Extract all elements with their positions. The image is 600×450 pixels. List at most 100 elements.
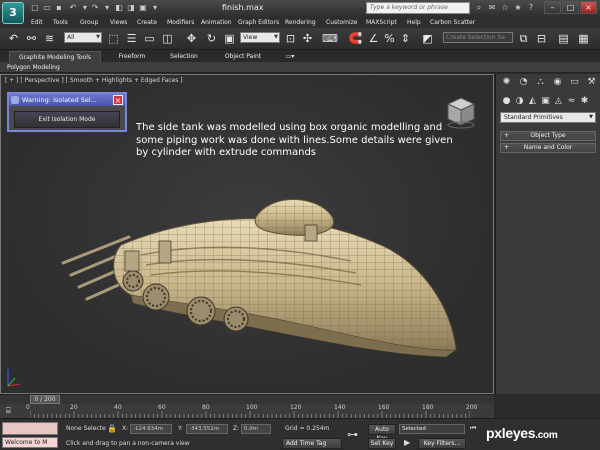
viewcube-icon[interactable] [444, 95, 478, 129]
display-tab-icon[interactable]: ▭ [569, 77, 580, 88]
subscription-icon[interactable]: ✉ [487, 3, 497, 13]
favorites-icon[interactable]: ★ [513, 3, 523, 13]
communication-center-icon[interactable]: ☆ [500, 3, 510, 13]
reference-coordinate-dropdown[interactable]: View ▼ [240, 32, 280, 43]
search-input[interactable]: Type a keyword or phrase [366, 2, 470, 14]
quick-access-dropdown-icon[interactable]: ▾ [150, 3, 160, 13]
shapes-icon[interactable]: ◑ [514, 96, 525, 107]
new-file-icon[interactable]: ▢ [30, 3, 40, 13]
spinner-snap-icon[interactable]: ⇕ [398, 31, 413, 46]
key-filters-button[interactable]: Key Filters... [418, 438, 466, 449]
maxscript-listener-top[interactable] [2, 422, 58, 435]
menu-create[interactable]: Create [137, 17, 157, 28]
exit-isolation-mode-button[interactable]: Exit Isolation Mode [14, 111, 120, 128]
time-slider-handle[interactable]: 0 / 200 [30, 395, 60, 404]
selection-lock-icon[interactable]: 🔒 [107, 424, 117, 434]
systems-icon[interactable]: ✱ [579, 96, 590, 107]
menu-help[interactable]: Help [407, 17, 421, 28]
menu-group[interactable]: Group [80, 17, 98, 28]
maximize-button[interactable]: □ [562, 1, 579, 14]
set-key-icon[interactable]: ⊶ [347, 428, 363, 442]
minimize-button[interactable]: – [544, 1, 561, 14]
help-icon[interactable]: ? [526, 3, 536, 13]
maxscript-mini-listener[interactable]: Welcome to M [2, 437, 58, 448]
y-coordinate-field[interactable]: -343.551m [186, 424, 228, 434]
menu-maxscript[interactable]: MAXScript [366, 17, 397, 28]
undo-dropdown-icon[interactable]: ▾ [80, 3, 90, 13]
menu-tools[interactable]: Tools [53, 17, 68, 28]
menu-animation[interactable]: Animation [201, 17, 232, 28]
open-file-icon[interactable]: ▭ [42, 3, 52, 13]
scale-icon[interactable]: ▣ [222, 31, 237, 46]
hold-icon[interactable]: ◧ [114, 3, 124, 13]
menu-rendering[interactable]: Rendering [285, 17, 316, 28]
modify-tab-icon[interactable]: ◔ [518, 77, 529, 88]
x-coordinate-field[interactable]: -124.634m [130, 424, 172, 434]
undo-toolbar-icon[interactable]: ↶ [6, 31, 21, 46]
motion-tab-icon[interactable]: ◉ [552, 77, 563, 88]
helpers-icon[interactable]: ◬ [553, 96, 564, 107]
menu-customize[interactable]: Customize [326, 17, 358, 28]
menu-graph-editors[interactable]: Graph Editors [238, 17, 279, 28]
tab-graphite-modeling-tools[interactable]: Graphite Modeling Tools [9, 51, 101, 62]
add-time-tag-button[interactable]: Add Time Tag [282, 438, 342, 449]
select-manipulate-icon[interactable]: ✣ [300, 31, 315, 46]
key-mode-icon[interactable]: ▶ [404, 438, 416, 449]
auto-key-button[interactable]: Auto Key [368, 424, 396, 442]
application-button[interactable]: 3 [2, 2, 24, 24]
close-icon[interactable]: × [113, 95, 123, 105]
mini-curve-editor-icon[interactable]: ⌸ [6, 406, 18, 416]
menu-views[interactable]: Views [110, 17, 127, 28]
angle-snap-icon[interactable]: ∠ [366, 31, 381, 46]
render-setup-icon[interactable]: ▦ [576, 31, 591, 46]
menu-modifiers[interactable]: Modifiers [167, 17, 194, 28]
layer-manager-icon[interactable]: ▤ [556, 31, 571, 46]
create-tab-icon[interactable]: ✺ [501, 77, 512, 88]
keyboard-shortcut-icon[interactable]: ⌨ [322, 31, 338, 46]
mirror-icon[interactable]: ⧉ [516, 31, 531, 46]
pivot-center-icon[interactable]: ⊡ [283, 31, 298, 46]
go-to-start-icon[interactable]: ⏮ [470, 424, 482, 435]
lights-icon[interactable]: ◭ [527, 96, 538, 107]
utilities-tab-icon[interactable]: ⚒ [586, 77, 597, 88]
align-icon[interactable]: ⊟ [534, 31, 549, 46]
side-tank-model[interactable] [51, 185, 471, 375]
edit-named-selection-icon[interactable]: ◩ [420, 31, 435, 46]
time-slider[interactable]: 0 / 200 [0, 394, 494, 404]
rectangular-selection-icon[interactable]: ▭ [142, 31, 157, 46]
rollout-object-type[interactable]: + Object Type [500, 131, 596, 141]
fetch-icon[interactable]: ◨ [126, 3, 136, 13]
bind-space-warp-icon[interactable]: ≋ [42, 31, 57, 46]
viewport-label[interactable]: [ + ] [ Perspective ] [ Smooth + Highlig… [5, 77, 183, 84]
z-coordinate-field[interactable]: 0.0m [241, 424, 271, 434]
move-icon[interactable]: ✥ [184, 31, 199, 46]
menu-edit[interactable]: Edit [31, 17, 43, 28]
object-category-dropdown[interactable]: Standard Primitives ▼ [500, 112, 596, 123]
polygon-modeling-panel[interactable]: Polygon Modeling [7, 62, 60, 73]
close-button[interactable]: × [580, 1, 597, 14]
tab-selection[interactable]: Selection [164, 51, 204, 62]
cameras-icon[interactable]: ▣ [540, 96, 551, 107]
save-icon[interactable]: ▪ [54, 3, 64, 13]
undo-icon[interactable]: ↶ [68, 3, 78, 13]
rotate-icon[interactable]: ↻ [204, 31, 219, 46]
project-folder-icon[interactable]: ▣ [138, 3, 148, 13]
named-selection-set-dropdown[interactable]: Create Selection Se [443, 32, 513, 43]
menu-carbon-scatter[interactable]: Carbon Scatter [430, 17, 475, 28]
redo-dropdown-icon[interactable]: ▾ [102, 3, 112, 13]
ribbon-options-icon[interactable]: ▭▾ [282, 51, 298, 62]
tab-object-paint[interactable]: Object Paint [218, 51, 268, 62]
geometry-icon[interactable]: ● [501, 96, 512, 107]
key-mode-dropdown[interactable]: Selected [399, 424, 465, 434]
select-by-name-icon[interactable]: ☰ [124, 31, 139, 46]
select-and-link-icon[interactable]: ⚯ [24, 31, 39, 46]
rollout-name-and-color[interactable]: + Name and Color [500, 143, 596, 153]
selection-filter-dropdown[interactable]: All ▼ [64, 32, 102, 43]
percent-snap-icon[interactable]: % [382, 31, 397, 46]
space-warps-icon[interactable]: ≈ [566, 96, 577, 107]
window-crossing-icon[interactable]: ◫ [160, 31, 175, 46]
set-key-button[interactable]: Set Key [368, 438, 396, 449]
hierarchy-tab-icon[interactable]: ⛬ [535, 77, 546, 88]
perspective-viewport[interactable]: [ + ] [ Perspective ] [ Smooth + Highlig… [0, 74, 494, 394]
search-icon[interactable]: ⌕ [474, 3, 484, 13]
